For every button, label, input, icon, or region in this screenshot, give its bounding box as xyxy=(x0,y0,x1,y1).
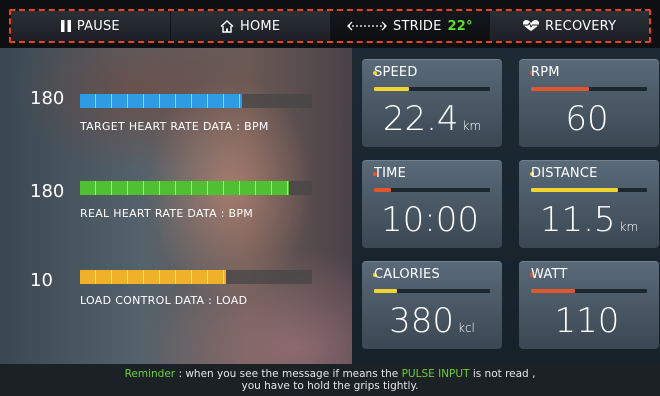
time-track xyxy=(374,188,490,192)
calories-unit: kcl xyxy=(458,321,475,335)
time-value-row: 10:00 xyxy=(362,200,502,240)
speed-tile: SPEED 22.4 km xyxy=(362,59,502,147)
background-photo: 180 TARGET HEART RATE DATA : BPM 180 REA… xyxy=(0,48,352,364)
time-label: TIME xyxy=(374,166,407,181)
target-heart-rate-label: TARGET HEART RATE DATA : BPM xyxy=(80,120,269,133)
speed-value-row: 22.4 km xyxy=(362,99,502,139)
distance-track xyxy=(531,188,647,192)
rpm-value-row: 60 xyxy=(519,99,659,139)
rpm-fill xyxy=(531,87,589,91)
speed-track xyxy=(374,87,490,91)
calories-tile: CALORIES 380 kcl xyxy=(362,261,502,349)
distance-tile: DISTANCE 11.5 km xyxy=(519,160,659,248)
watt-label: WATT xyxy=(531,267,568,282)
real-heart-rate-value: 180 xyxy=(30,181,65,202)
reminder-text-1: : when you see the message if means the xyxy=(175,368,402,380)
reminder-highlight: PULSE INPUT xyxy=(401,368,470,380)
nav-highlight-frame xyxy=(9,9,651,43)
rpm-label: RPM xyxy=(531,65,560,80)
watt-fill xyxy=(531,289,576,293)
reminder-prefix: Reminder xyxy=(124,368,176,380)
watt-value-row: 110 xyxy=(519,301,659,341)
calories-fill xyxy=(374,289,398,293)
real-heart-rate-track xyxy=(80,181,312,195)
rpm-tile: RPM 60 xyxy=(519,59,659,147)
speed-label: SPEED xyxy=(374,65,418,80)
distance-value-row: 11.5 km xyxy=(519,200,659,240)
load-control-value: 10 xyxy=(30,270,53,291)
reminder-line-1: Reminder : when you see the message if m… xyxy=(0,368,660,380)
target-heart-rate-value: 180 xyxy=(30,88,65,109)
real-heart-rate-label: REAL HEART RATE DATA : BPM xyxy=(80,207,254,220)
distance-unit: km xyxy=(619,220,639,234)
rpm-track xyxy=(531,87,647,91)
calories-value: 380 xyxy=(389,301,454,341)
stats-panel: SPEED 22.4 km RPM 60 TIME 10:00 DISTANCE … xyxy=(352,48,660,364)
speed-fill xyxy=(374,87,409,91)
watt-value: 110 xyxy=(554,301,620,341)
speed-value: 22.4 xyxy=(382,99,459,139)
speed-unit: km xyxy=(462,119,482,133)
target-heart-rate-fill xyxy=(80,94,243,108)
time-fill xyxy=(374,188,392,192)
calories-value-row: 380 kcl xyxy=(362,301,502,341)
reminder-line-2: you have to hold the grips tightly. xyxy=(241,380,419,392)
reminder-bar: Reminder : when you see the message if m… xyxy=(0,364,660,396)
real-heart-rate-fill xyxy=(80,181,289,195)
watt-tile: WATT 110 xyxy=(519,261,659,349)
load-control-label: LOAD CONTROL DATA : LOAD xyxy=(80,294,248,307)
rpm-value: 60 xyxy=(565,99,609,139)
top-navigation-bar: PAUSE HOME STRIDE 22° RECOVERY xyxy=(0,0,660,48)
target-heart-rate-track xyxy=(80,94,312,108)
calories-label: CALORIES xyxy=(374,267,440,282)
time-value: 10:00 xyxy=(381,200,479,240)
distance-label: DISTANCE xyxy=(531,166,598,181)
load-control-fill xyxy=(80,270,227,284)
watt-track xyxy=(531,289,647,293)
load-control-track xyxy=(80,270,312,284)
calories-track xyxy=(374,289,490,293)
distance-fill xyxy=(531,188,618,192)
time-tile: TIME 10:00 xyxy=(362,160,502,248)
distance-value: 11.5 xyxy=(539,200,616,240)
reminder-text-2: is not read , xyxy=(469,368,536,380)
